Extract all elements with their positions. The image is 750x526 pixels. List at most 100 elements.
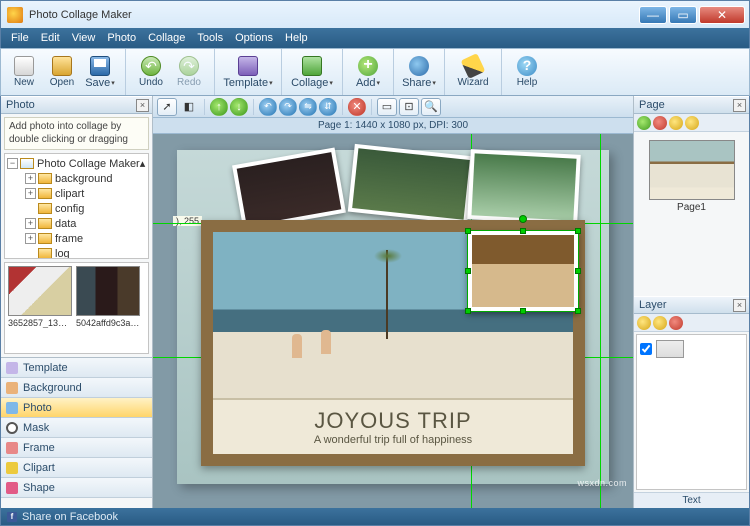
open-button[interactable]: Open bbox=[44, 50, 80, 94]
tool-rotate-left[interactable]: ↶ bbox=[259, 98, 277, 116]
collage-photo[interactable] bbox=[467, 149, 581, 225]
menu-tools[interactable]: Tools bbox=[191, 30, 229, 46]
folder-icon bbox=[38, 233, 52, 244]
save-button[interactable]: Save▾ bbox=[82, 50, 118, 94]
tool-flip-h[interactable]: ⇋ bbox=[299, 98, 317, 116]
help-button[interactable]: Help bbox=[509, 50, 545, 94]
tree-node[interactable]: +clipart bbox=[7, 186, 146, 201]
template-button[interactable]: Template▾ bbox=[222, 50, 274, 94]
resize-handle[interactable] bbox=[575, 228, 581, 234]
tree-node[interactable]: +frame bbox=[7, 231, 146, 246]
menu-file[interactable]: File bbox=[5, 30, 35, 46]
page[interactable]: ), 255 JOYOUS TRIP A w bbox=[177, 150, 609, 484]
tab-clipart[interactable]: Clipart bbox=[1, 458, 152, 478]
tool-zoom[interactable]: 🔍 bbox=[421, 98, 441, 116]
duplicate-page-button[interactable] bbox=[669, 116, 683, 130]
resize-handle[interactable] bbox=[465, 308, 471, 314]
tool-delete[interactable]: ✕ bbox=[348, 98, 366, 116]
expand-icon[interactable]: + bbox=[25, 233, 36, 244]
window-maximize-button[interactable]: ▭ bbox=[669, 6, 697, 24]
left-sidebar: Photo × Add photo into collage by double… bbox=[1, 96, 153, 508]
collage-button[interactable]: Collage▾ bbox=[289, 50, 335, 94]
collage-photo[interactable] bbox=[348, 144, 474, 224]
window-minimize-button[interactable]: — bbox=[639, 6, 667, 24]
menu-view[interactable]: View bbox=[66, 30, 102, 46]
expand-icon[interactable]: + bbox=[25, 173, 36, 184]
expand-icon[interactable]: + bbox=[25, 218, 36, 229]
resize-handle[interactable] bbox=[465, 228, 471, 234]
new-button[interactable]: New bbox=[6, 50, 42, 94]
page-settings-button[interactable] bbox=[685, 116, 699, 130]
add-page-button[interactable] bbox=[637, 116, 651, 130]
menu-photo[interactable]: Photo bbox=[101, 30, 142, 46]
delete-page-button[interactable] bbox=[653, 116, 667, 130]
layer-down-button[interactable] bbox=[653, 316, 667, 330]
redo-button[interactable]: Redo bbox=[171, 50, 207, 94]
resize-handle[interactable] bbox=[520, 228, 526, 234]
tab-mask[interactable]: Mask bbox=[1, 418, 152, 438]
thumbnail[interactable] bbox=[76, 266, 140, 316]
frame-icon bbox=[6, 442, 18, 454]
collage-photo[interactable] bbox=[232, 147, 346, 230]
tab-photo[interactable]: Photo bbox=[1, 398, 152, 418]
tool-fit[interactable]: ▭ bbox=[377, 98, 397, 116]
tree-node[interactable]: +config bbox=[7, 201, 146, 216]
layer-panel-close-button[interactable]: × bbox=[733, 299, 746, 312]
layer-item[interactable] bbox=[640, 338, 743, 360]
resize-handle[interactable] bbox=[575, 308, 581, 314]
menu-help[interactable]: Help bbox=[279, 30, 314, 46]
thumbnail[interactable] bbox=[8, 266, 72, 316]
page-panel-toolbar bbox=[634, 114, 749, 132]
resize-handle[interactable] bbox=[575, 268, 581, 274]
selected-photo[interactable] bbox=[467, 230, 579, 312]
menu-options[interactable]: Options bbox=[229, 30, 279, 46]
page-thumbnail[interactable] bbox=[649, 140, 735, 200]
collapse-icon[interactable]: − bbox=[7, 158, 18, 169]
tab-shape[interactable]: Shape bbox=[1, 478, 152, 498]
tool-move-up[interactable]: ↑ bbox=[210, 98, 228, 116]
tool-move-down[interactable]: ↓ bbox=[230, 98, 248, 116]
page-panel-close-button[interactable]: × bbox=[733, 99, 746, 112]
tree-node[interactable]: +background bbox=[7, 171, 146, 186]
tool-rotate-right[interactable]: ↷ bbox=[279, 98, 297, 116]
tool-crop[interactable]: ◧ bbox=[179, 98, 199, 116]
photo-panel-close-button[interactable]: × bbox=[136, 99, 149, 112]
expand-icon[interactable]: + bbox=[25, 188, 36, 199]
guide-vertical[interactable] bbox=[600, 134, 601, 508]
tab-frame[interactable]: Frame bbox=[1, 438, 152, 458]
tool-actual[interactable]: ⊡ bbox=[399, 98, 419, 116]
menu-collage[interactable]: Collage bbox=[142, 30, 191, 46]
tool-pointer[interactable]: ➚ bbox=[157, 98, 177, 116]
folder-tree[interactable]: −Photo Collage Maker ▴ +background +clip… bbox=[4, 153, 149, 259]
page-panel: Page × Page1 bbox=[634, 96, 749, 296]
layer-up-button[interactable] bbox=[637, 316, 651, 330]
tree-node[interactable]: +log bbox=[7, 246, 146, 259]
layer-visible-checkbox[interactable] bbox=[640, 343, 652, 355]
tree-node[interactable]: +data bbox=[7, 216, 146, 231]
folder-icon bbox=[38, 248, 52, 259]
wizard-button[interactable]: Wizard bbox=[452, 50, 494, 94]
share-button[interactable]: Share▾ bbox=[401, 50, 437, 94]
caption-strip[interactable]: JOYOUS TRIP A wonderful trip full of hap… bbox=[213, 398, 573, 454]
window-title: Photo Collage Maker bbox=[29, 9, 637, 21]
rotate-handle[interactable] bbox=[519, 215, 527, 223]
background-icon bbox=[6, 382, 18, 394]
layer-panel-toolbar bbox=[634, 314, 749, 332]
save-icon bbox=[90, 56, 110, 76]
add-button[interactable]: Add▾ bbox=[350, 50, 386, 94]
tree-root[interactable]: −Photo Collage Maker ▴ bbox=[7, 156, 146, 171]
resize-handle[interactable] bbox=[465, 268, 471, 274]
window-close-button[interactable]: ✕ bbox=[699, 6, 745, 24]
layer-delete-button[interactable] bbox=[669, 316, 683, 330]
facebook-icon[interactable]: f bbox=[7, 512, 17, 522]
canvas[interactable]: ), 255 JOYOUS TRIP A w bbox=[153, 134, 633, 508]
share-on-facebook-link[interactable]: Share on Facebook bbox=[22, 511, 118, 523]
tool-flip-v[interactable]: ⇵ bbox=[319, 98, 337, 116]
editor-toolbar: ➚ ◧ ↑ ↓ ↶ ↷ ⇋ ⇵ ✕ ▭ ⊡ 🔍 bbox=[153, 96, 633, 118]
tab-background[interactable]: Background bbox=[1, 378, 152, 398]
menu-edit[interactable]: Edit bbox=[35, 30, 66, 46]
tab-template[interactable]: Template bbox=[1, 358, 152, 378]
resize-handle[interactable] bbox=[520, 308, 526, 314]
undo-button[interactable]: Undo bbox=[133, 50, 169, 94]
person-decoration bbox=[321, 330, 331, 354]
